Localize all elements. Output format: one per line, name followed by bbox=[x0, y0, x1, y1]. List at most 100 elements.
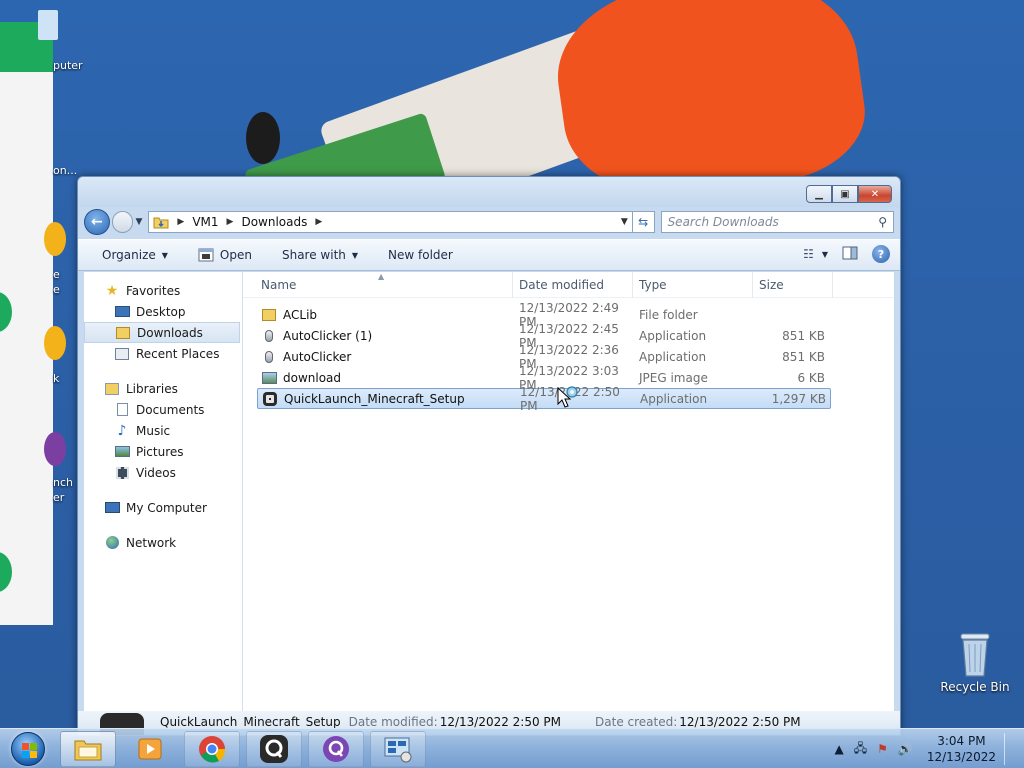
nav-recent-places[interactable]: Recent Places bbox=[84, 343, 242, 364]
maximize-button[interactable]: ▣ bbox=[832, 185, 858, 203]
details-modified-value: 12/13/2022 2:50 PM bbox=[439, 715, 562, 729]
explorer-window[interactable]: ▁ ▣ ✕ ← ▼ ▶ VM1 ▶ Downloads ▶ ▼ ⇆ Search… bbox=[77, 176, 901, 736]
computer-desktop-icon[interactable] bbox=[38, 10, 58, 40]
desktop-icon bbox=[114, 305, 130, 319]
column-size-label: Size bbox=[759, 277, 784, 292]
nav-pictures[interactable]: Pictures bbox=[84, 441, 242, 462]
navigation-pane[interactable]: ★ Favorites Desktop Downloads Recent Pla… bbox=[84, 272, 243, 711]
close-icon: ✕ bbox=[870, 188, 880, 200]
file-name: QuickLaunch_Minecraft_Setup bbox=[284, 391, 465, 406]
taskbar-explorer[interactable] bbox=[60, 731, 116, 767]
recent-places-icon bbox=[114, 347, 130, 361]
minimize-button[interactable]: ▁ bbox=[806, 185, 832, 203]
windows-logo-icon bbox=[11, 732, 45, 766]
new-folder-button[interactable]: New folder bbox=[388, 248, 453, 262]
nav-documents[interactable]: Documents bbox=[84, 399, 242, 420]
breadcrumb-arrow-icon[interactable]: ▶ bbox=[177, 217, 184, 227]
file-name: AutoClicker bbox=[283, 349, 352, 364]
nav-pictures-label: Pictures bbox=[136, 444, 184, 459]
taskbar-quicklaunch-purple[interactable] bbox=[308, 731, 364, 767]
arrow-left-icon: ← bbox=[90, 214, 103, 230]
file-size: 6 KB bbox=[797, 370, 825, 385]
nav-my-computer-label: My Computer bbox=[126, 500, 207, 515]
network-tray-icon[interactable]: 🖧 bbox=[854, 739, 867, 760]
file-list[interactable]: ▲ Name Date modified Type Size ACLib 12/… bbox=[243, 271, 894, 711]
back-button[interactable]: ← bbox=[84, 209, 110, 235]
recent-pages-dropdown[interactable]: ▼ bbox=[135, 217, 142, 227]
new-folder-label: New folder bbox=[388, 248, 453, 262]
nav-desktop[interactable]: Desktop bbox=[84, 301, 242, 322]
app-desktop-icon[interactable] bbox=[44, 326, 66, 360]
folder-icon bbox=[261, 307, 277, 323]
address-history-dropdown[interactable]: ▼ bbox=[615, 217, 632, 227]
column-header-type[interactable]: Type bbox=[633, 271, 753, 298]
system-tray: ▲ 🖧 ⚑ 🔊 3:04 PM 12/13/2022 bbox=[824, 733, 1016, 765]
file-name: AutoClicker (1) bbox=[283, 328, 373, 343]
column-type-label: Type bbox=[639, 277, 667, 292]
share-with-label: Share with bbox=[281, 248, 346, 262]
image-icon bbox=[261, 370, 277, 386]
chrome-desktop-icon[interactable] bbox=[44, 222, 66, 256]
change-view-button[interactable]: ☷ ▼ bbox=[803, 247, 828, 261]
nav-downloads[interactable]: Downloads bbox=[84, 322, 240, 343]
organize-button[interactable]: Organize ▼ bbox=[102, 248, 168, 262]
view-list-icon: ☷ bbox=[803, 247, 814, 261]
quicklaunch-desktop-icon[interactable] bbox=[44, 432, 66, 466]
nav-videos[interactable]: Videos bbox=[84, 462, 242, 483]
forward-button[interactable] bbox=[111, 211, 134, 233]
chevron-down-icon: ▼ bbox=[161, 250, 168, 260]
nav-favorites[interactable]: ★ Favorites bbox=[84, 280, 242, 301]
start-button[interactable] bbox=[4, 731, 52, 767]
quicklaunch-icon bbox=[262, 391, 278, 407]
clock-date: 12/13/2022 bbox=[926, 750, 996, 764]
details-modified-label: Date modified: bbox=[348, 715, 438, 729]
refresh-button[interactable]: ⇆ bbox=[632, 211, 655, 233]
help-icon[interactable]: ? bbox=[872, 245, 890, 263]
breadcrumb-arrow-icon[interactable]: ▶ bbox=[315, 217, 322, 227]
column-header-date[interactable]: Date modified bbox=[513, 271, 633, 298]
documents-icon bbox=[114, 403, 130, 417]
volume-icon[interactable]: 🔊 bbox=[898, 742, 913, 756]
column-header-size[interactable]: Size bbox=[753, 271, 833, 298]
details-created-value: 12/13/2022 2:50 PM bbox=[679, 715, 801, 729]
nav-network[interactable]: Network bbox=[84, 532, 242, 553]
recycle-bin[interactable]: Recycle Bin bbox=[940, 630, 1010, 694]
share-with-button[interactable]: Share with ▼ bbox=[282, 248, 358, 262]
taskbar-quicklaunch[interactable] bbox=[246, 731, 302, 767]
open-button[interactable]: Open bbox=[198, 248, 252, 262]
nav-libraries[interactable]: Libraries bbox=[84, 378, 242, 399]
breadcrumb-downloads[interactable]: Downloads bbox=[241, 215, 307, 229]
taskbar-chrome[interactable] bbox=[184, 731, 240, 767]
taskbar: ▲ 🖧 ⚑ 🔊 3:04 PM 12/13/2022 bbox=[0, 728, 1024, 768]
show-desktop-button[interactable] bbox=[1004, 733, 1016, 765]
nav-my-computer[interactable]: My Computer bbox=[84, 497, 242, 518]
background-app-window[interactable] bbox=[0, 22, 53, 625]
show-hidden-icons-button[interactable]: ▲ bbox=[834, 742, 843, 756]
desktop-icon-label: e bbox=[53, 283, 60, 296]
file-size: 851 KB bbox=[782, 349, 825, 364]
clock[interactable]: 3:04 PM 12/13/2022 bbox=[927, 733, 996, 765]
pictures-icon bbox=[114, 445, 130, 459]
nav-documents-label: Documents bbox=[136, 402, 205, 417]
address-bar[interactable]: ▶ VM1 ▶ Downloads ▶ ▼ bbox=[148, 211, 633, 233]
clock-time: 3:04 PM bbox=[937, 734, 986, 748]
details-file-name: QuickLaunch_Minecraft_Setup bbox=[160, 715, 341, 729]
file-row-quicklaunch-setup[interactable]: QuickLaunch_Minecraft_Setup 12/13/2022 2… bbox=[257, 385, 831, 413]
command-bar: Organize ▼ Open Share with ▼ New folder … bbox=[78, 239, 900, 271]
desktop-icon-label: k bbox=[53, 372, 60, 385]
breadcrumb-arrow-icon[interactable]: ▶ bbox=[227, 217, 234, 227]
mouse-app-icon bbox=[261, 349, 277, 365]
nav-music[interactable]: ♪ Music bbox=[84, 420, 242, 441]
taskbar-media-player[interactable] bbox=[122, 731, 178, 767]
organize-label: Organize bbox=[102, 248, 156, 262]
breadcrumb-vm1[interactable]: VM1 bbox=[192, 215, 218, 229]
close-button[interactable]: ✕ bbox=[858, 185, 892, 203]
title-bar[interactable]: ▁ ▣ ✕ bbox=[78, 177, 900, 207]
preview-pane-button[interactable] bbox=[842, 246, 858, 263]
search-icon[interactable]: ⚲ bbox=[878, 215, 887, 229]
taskbar-installer[interactable] bbox=[370, 731, 426, 767]
action-center-icon[interactable]: ⚑ bbox=[877, 742, 888, 756]
nav-network-label: Network bbox=[126, 535, 177, 550]
preview-pane-icon bbox=[842, 246, 858, 259]
search-input[interactable]: Search Downloads ⚲ bbox=[660, 211, 894, 233]
